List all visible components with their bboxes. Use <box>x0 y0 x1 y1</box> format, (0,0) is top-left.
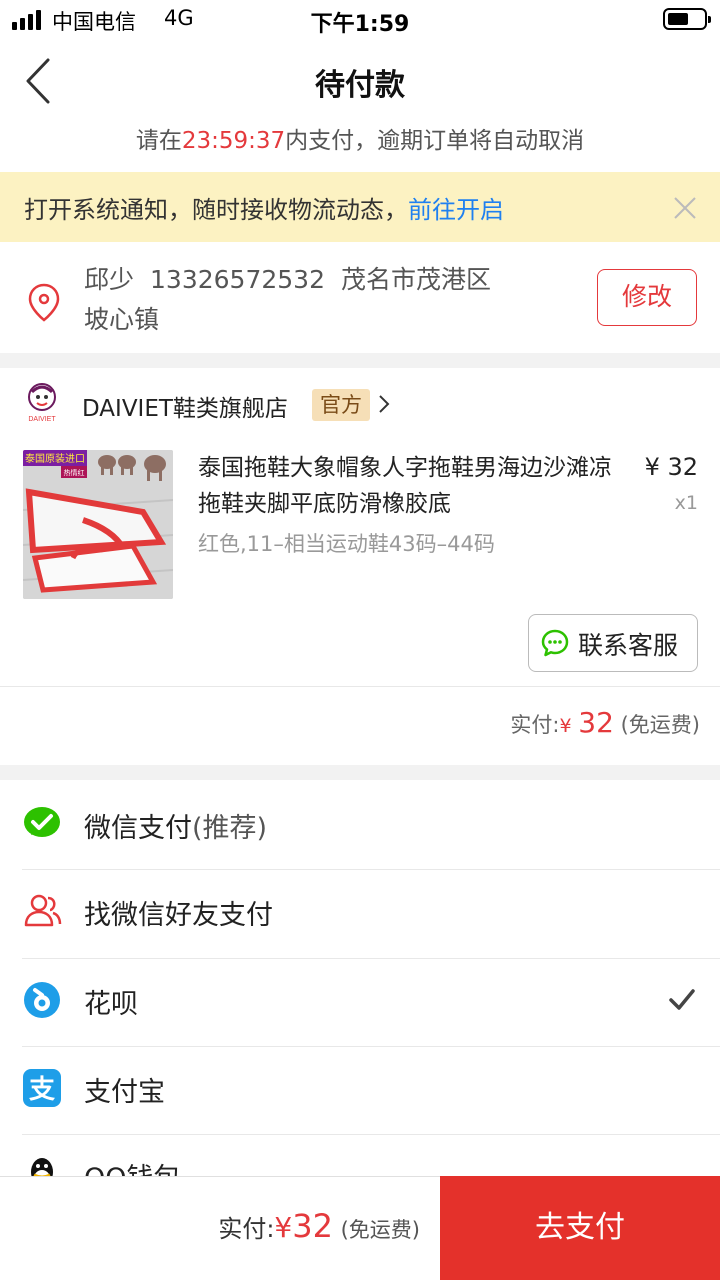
friends-icon <box>22 891 62 931</box>
shop-logo: DAIVIET <box>22 380 62 426</box>
order-total-amount: 32 <box>578 706 614 739</box>
check-icon <box>668 986 696 1014</box>
payment-countdown: 请在23:59:37内支付，逾期订单将自动取消 <box>0 121 720 155</box>
chat-bubble-icon <box>540 628 570 658</box>
countdown-suffix: 内支付，逾期订单将自动取消 <box>285 128 585 154</box>
recipient-phone: 13326572532 <box>150 265 325 294</box>
payment-option-qq[interactable]: QQ钱包 <box>0 1134 720 1176</box>
image-banner-text: 泰国原装进口 <box>25 452 85 465</box>
payment-option-huabei[interactable]: 花呗 <box>0 958 720 1046</box>
wechat-pay-icon <box>22 804 62 844</box>
countdown-prefix: 请在 <box>135 128 182 154</box>
payment-note: (推荐) <box>192 813 268 844</box>
order-total-label: 实付: <box>510 713 560 737</box>
shop-logo-text: DAIVIET <box>28 416 56 423</box>
pay-button[interactable]: 去支付 <box>440 1176 720 1280</box>
payment-option-wechat[interactable]: 微信支付(推荐) <box>0 780 720 868</box>
notification-banner: 打开系统通知，随时接收物流动态，前往开启 <box>0 172 720 242</box>
payment-option-alipay[interactable]: 支 支付宝 <box>0 1046 720 1134</box>
payment-name: 找微信好友支付 <box>84 900 273 931</box>
product-image[interactable]: 泰国原装进口 热情红 <box>23 450 173 599</box>
payment-option-wechat-friend[interactable]: 找微信好友支付 <box>0 869 720 957</box>
edit-address-button[interactable]: 修改 <box>597 269 697 326</box>
battery-icon <box>663 8 711 30</box>
notice-message: 打开系统通知，随时接收物流动态， <box>24 196 408 224</box>
qq-wallet-icon <box>22 1154 62 1176</box>
payment-name: 花呗 <box>84 989 138 1020</box>
location-pin-icon <box>24 282 64 322</box>
huabei-icon <box>22 980 62 1020</box>
alipay-icon: 支 <box>22 1068 62 1108</box>
bottom-total-amount: 32 <box>292 1207 333 1245</box>
image-subbanner-text: 热情红 <box>64 468 85 477</box>
order-total: 实付:¥ 32 (免运费) <box>0 706 700 739</box>
section-separator <box>0 353 720 368</box>
payment-label: 微信支付(推荐) <box>84 806 267 845</box>
divider <box>0 686 720 687</box>
shop-name[interactable]: DAIVIET鞋类旗舰店 <box>82 389 288 423</box>
product-price: ¥ 32 <box>644 453 698 481</box>
svg-text:支: 支 <box>29 1075 55 1105</box>
status-bar: 中国电信 4G 下午1:59 <box>0 0 720 40</box>
bottom-total-label: 实付: <box>218 1215 275 1243</box>
order-total-currency: ¥ <box>559 715 572 737</box>
payment-name: QQ钱包 <box>84 1156 181 1176</box>
page-title: 待付款 <box>315 68 405 103</box>
notice-enable-link[interactable]: 前往开启 <box>408 196 504 224</box>
product-quantity: x1 <box>674 492 698 514</box>
recipient-name: 邱少 <box>84 265 135 294</box>
payment-name: 支付宝 <box>84 1077 165 1108</box>
bottom-total-currency: ¥ <box>274 1211 293 1244</box>
notice-text: 打开系统通知，随时接收物流动态，前往开启 <box>24 190 504 225</box>
payment-name: 微信支付 <box>84 813 192 844</box>
section-separator <box>0 765 720 780</box>
status-time: 下午1:59 <box>310 12 410 37</box>
official-badge: 官方 <box>312 389 370 421</box>
product-variant: 红色,11–相当运动鞋43码–44码 <box>198 532 495 556</box>
chevron-right-icon[interactable] <box>376 393 392 415</box>
address-detail: 坡心镇 <box>84 305 160 334</box>
product-title[interactable]: 泰国拖鞋大象帽象人字拖鞋男海边沙滩凉拖鞋夹脚平底防滑橡胶底 <box>198 450 618 522</box>
countdown-time: 23:59:37 <box>181 128 286 154</box>
contact-support-label: 联系客服 <box>578 631 679 660</box>
bottom-total: 实付:¥32 (免运费) <box>0 1207 420 1245</box>
address-region: 茂名市茂港区 <box>340 265 491 294</box>
bottom-total-shipping: (免运费) <box>340 1218 420 1242</box>
order-total-shipping: (免运费) <box>620 713 700 737</box>
address-contact: 邱少 13326572532 茂名市茂港区 <box>84 260 507 296</box>
close-icon[interactable] <box>672 195 698 221</box>
